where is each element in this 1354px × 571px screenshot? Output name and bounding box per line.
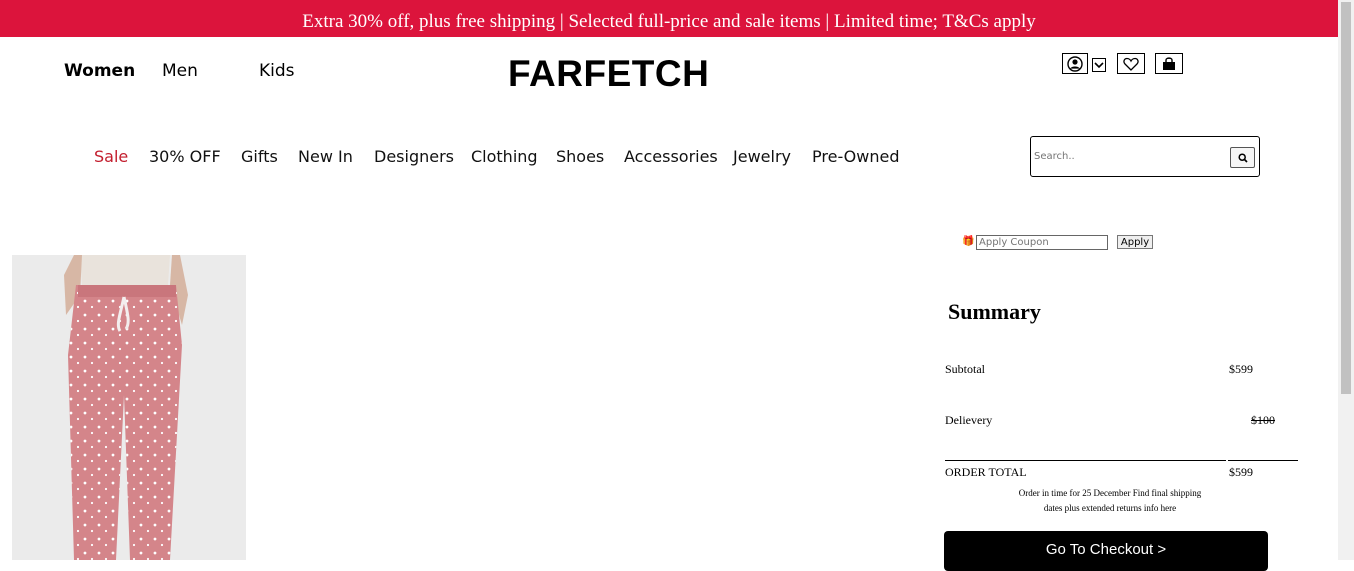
- order-total-value: $599: [1229, 465, 1253, 479]
- nav-kids[interactable]: Kids: [259, 61, 295, 81]
- nav-women[interactable]: Women: [64, 61, 135, 81]
- checkout-button[interactable]: Go To Checkout >: [944, 531, 1268, 571]
- delivery-value: $100: [1251, 413, 1275, 427]
- nav-new-in[interactable]: New In: [298, 147, 353, 166]
- summary-title: Summary: [948, 299, 1041, 324]
- promo-banner: Extra 30% off, plus free shipping | Sele…: [0, 0, 1338, 37]
- search-icon: [1237, 152, 1248, 163]
- vertical-scrollbar[interactable]: [1338, 0, 1354, 560]
- nav-gifts[interactable]: Gifts: [241, 147, 278, 166]
- nav-30-off[interactable]: 30% OFF: [149, 147, 221, 166]
- apply-coupon-button[interactable]: Apply: [1117, 235, 1153, 249]
- pajama-pants-illustration: [12, 255, 246, 560]
- summary-divider-right: [1228, 460, 1298, 461]
- nav-accessories[interactable]: Accessories: [624, 147, 718, 166]
- subtotal-value: $599: [1229, 362, 1253, 376]
- bag-button[interactable]: [1155, 53, 1183, 74]
- shopping-bag-icon: [1163, 56, 1175, 70]
- user-icon: [1067, 55, 1083, 72]
- nav-shoes[interactable]: Shoes: [556, 147, 604, 166]
- wishlist-button[interactable]: [1117, 53, 1145, 74]
- nav-clothing[interactable]: Clothing: [471, 147, 538, 166]
- nav-men[interactable]: Men: [162, 61, 198, 81]
- product-image[interactable]: [12, 255, 246, 560]
- shipping-note-line-1: Order in time for 25 December Find final…: [1018, 488, 1202, 498]
- nav-sale[interactable]: Sale: [94, 147, 128, 166]
- shipping-note-line-2[interactable]: dates plus extended returns info here: [1005, 501, 1215, 516]
- site-logo[interactable]: FARFETCH: [508, 53, 709, 95]
- chevron-down-icon: [1094, 62, 1104, 69]
- account-button[interactable]: [1062, 53, 1088, 74]
- heart-icon: [1123, 57, 1139, 71]
- order-total-label: ORDER TOTAL: [945, 465, 1027, 479]
- search-button[interactable]: [1230, 147, 1255, 168]
- scrollbar-thumb[interactable]: [1341, 2, 1351, 394]
- shipping-note: Order in time for 25 December Find final…: [1005, 486, 1215, 516]
- nav-designers[interactable]: Designers: [374, 147, 454, 166]
- search-input[interactable]: [1034, 146, 1224, 166]
- search-box: [1030, 136, 1260, 177]
- summary-divider: [945, 460, 1226, 461]
- gift-icon: 🎁: [962, 236, 975, 247]
- account-dropdown[interactable]: [1092, 58, 1106, 72]
- nav-pre-owned[interactable]: Pre-Owned: [812, 147, 899, 166]
- coupon-input[interactable]: [976, 235, 1108, 250]
- delivery-label: Delievery: [945, 413, 993, 427]
- nav-jewelry[interactable]: Jewelry: [733, 147, 791, 166]
- subtotal-label: Subtotal: [945, 362, 986, 376]
